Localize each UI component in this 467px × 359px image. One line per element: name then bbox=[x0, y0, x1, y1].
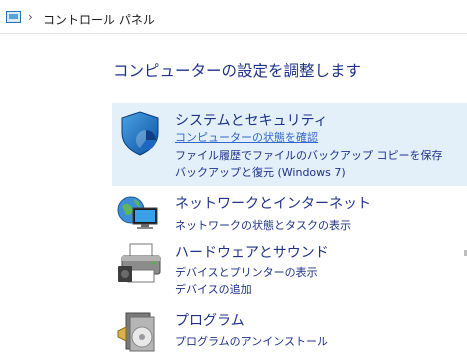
category-network-internet[interactable]: ネットワークとインターネット ネットワークの状態とタスクの表示 bbox=[112, 188, 467, 236]
category-title-network-internet[interactable]: ネットワークとインターネット bbox=[175, 193, 371, 213]
shield-icon bbox=[121, 111, 159, 156]
link-uninstall-program[interactable]: プログラムのアンインストール bbox=[175, 333, 328, 349]
programs-icon bbox=[117, 312, 155, 352]
link-check-computer-status[interactable]: コンピューターの状態を確認 bbox=[175, 129, 318, 145]
category-title-system-security[interactable]: システムとセキュリティ bbox=[175, 110, 328, 130]
page-title: コンピューターの設定を調整します bbox=[113, 62, 362, 80]
address-bar[interactable]: › コントロール パネル › bbox=[0, 0, 467, 34]
control-panel-window: › コントロール パネル › コンピューターの設定を調整します システムとセキュ… bbox=[0, 0, 467, 359]
link-view-network-status[interactable]: ネットワークの状態とタスクの表示 bbox=[175, 217, 351, 233]
breadcrumb-chevron-icon[interactable]: › bbox=[28, 10, 33, 24]
category-system-security[interactable]: システムとセキュリティ コンピューターの状態を確認 ファイル履歴でファイルのバッ… bbox=[112, 103, 467, 186]
category-hardware-sound[interactable]: ハードウェアとサウンド デバイスとプリンターの表示 デバイスの追加 bbox=[112, 240, 467, 298]
printer-icon bbox=[118, 243, 161, 283]
network-globe-icon bbox=[117, 196, 158, 229]
breadcrumb-chevron-icon[interactable]: › bbox=[136, 10, 141, 24]
category-title-hardware-sound[interactable]: ハードウェアとサウンド bbox=[175, 242, 329, 262]
link-file-history-backup[interactable]: ファイル履歴でファイルのバックアップ コピーを保存 bbox=[175, 147, 443, 163]
category-title-programs[interactable]: プログラム bbox=[175, 310, 245, 330]
link-add-device[interactable]: デバイスの追加 bbox=[175, 281, 252, 297]
link-view-devices-printers[interactable]: デバイスとプリンターの表示 bbox=[175, 264, 318, 280]
category-programs[interactable]: プログラム プログラムのアンインストール bbox=[112, 305, 467, 355]
link-backup-restore-win7[interactable]: バックアップと復元 (Windows 7) bbox=[175, 164, 346, 180]
control-panel-icon bbox=[6, 11, 21, 23]
